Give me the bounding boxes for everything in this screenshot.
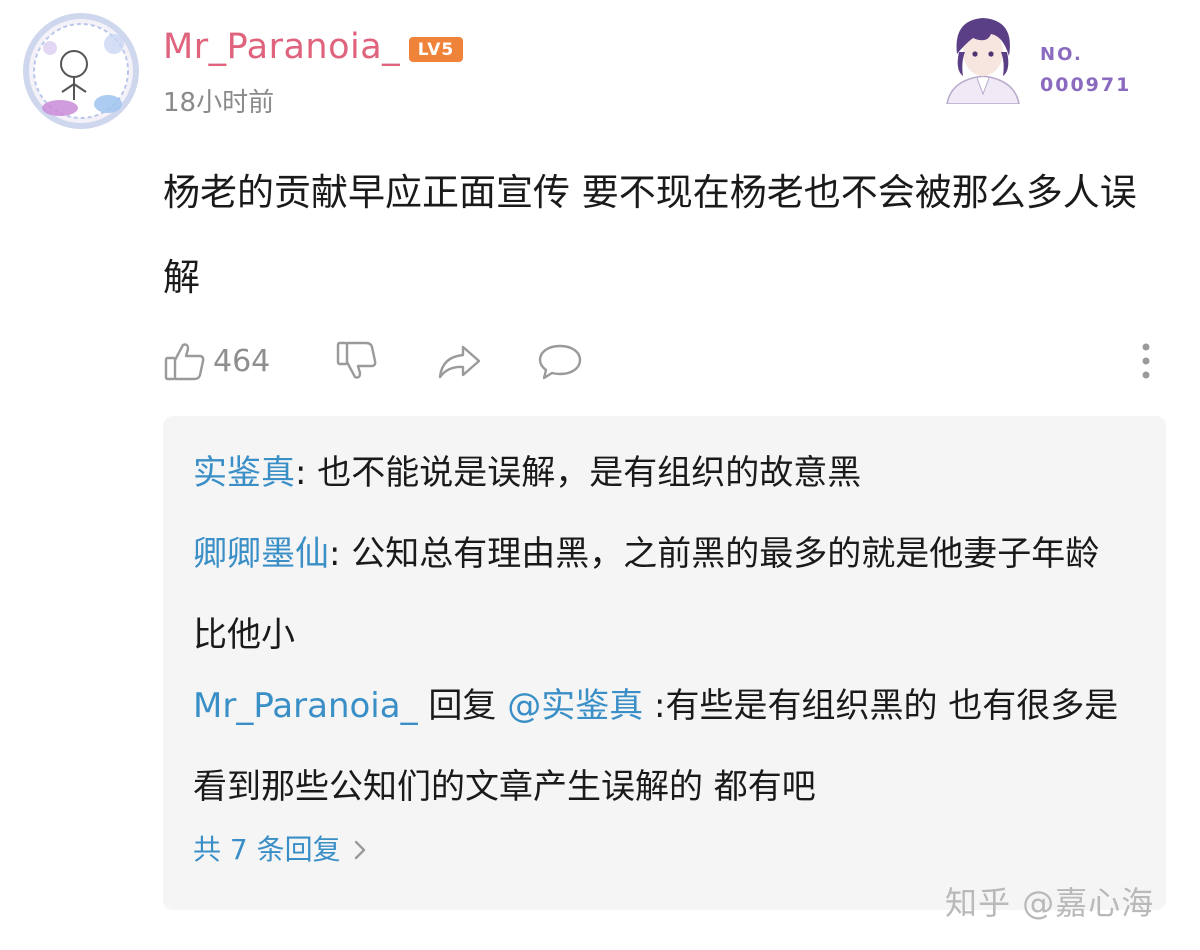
reply-author[interactable]: Mr_Paranoia_ xyxy=(193,686,418,726)
watermark: 知乎 @嘉心海 xyxy=(945,884,1155,922)
reply-button[interactable] xyxy=(537,338,583,384)
like-count: 464 xyxy=(213,343,271,379)
view-all-replies-label: 共 7 条回复 xyxy=(193,833,341,866)
thumbs-up-icon xyxy=(163,339,207,383)
reply-item[interactable]: Mr_Paranoia_ 回复 @实鉴真 :有些是有组织黑的 也有很多是看到那些… xyxy=(193,666,1123,828)
reply-item[interactable]: 卿卿墨仙: 公知总有理由黑，之前黑的最多的就是他妻子年龄比他小 xyxy=(193,514,1123,676)
reply-text: 也不能说是误解，是有组织的故意黑 xyxy=(317,453,862,493)
timestamp: 18小时前 xyxy=(163,88,275,118)
badge-label: NO. xyxy=(1040,44,1083,65)
reply-author[interactable]: 实鉴真 xyxy=(193,453,295,493)
thumbs-down-icon xyxy=(335,339,379,383)
share-icon xyxy=(436,339,482,383)
reply-word: 回复 xyxy=(417,686,508,726)
more-vertical-icon xyxy=(1138,341,1154,381)
comment-actions: 464 xyxy=(163,338,1173,384)
reply-separator: : xyxy=(329,534,352,574)
reply-item[interactable]: 实鉴真: 也不能说是误解，是有组织的故意黑 xyxy=(193,433,1123,514)
more-options-button[interactable] xyxy=(1138,338,1154,384)
comment-body: 杨老的贡献早应正面宣传 要不现在杨老也不会被那么多人误解 xyxy=(163,171,1137,299)
chevron-right-icon xyxy=(353,838,367,862)
like-button[interactable]: 464 xyxy=(163,338,270,384)
level-badge: LV5 xyxy=(409,37,463,62)
reply-author[interactable]: 卿卿墨仙 xyxy=(193,534,329,574)
view-all-replies-link[interactable]: 共 7 条回复 xyxy=(193,830,367,870)
comment-icon xyxy=(537,339,583,383)
share-button[interactable] xyxy=(436,338,482,384)
replies-panel: 实鉴真: 也不能说是误解，是有组织的故意黑 卿卿墨仙: 公知总有理由黑，之前黑的… xyxy=(163,416,1166,910)
username[interactable]: Mr_Paranoia_ xyxy=(163,26,400,68)
dislike-button[interactable] xyxy=(335,338,379,384)
reply-mention[interactable]: @实鉴真 xyxy=(507,686,643,726)
badge-number: 000971 xyxy=(1040,74,1132,96)
avatar[interactable] xyxy=(22,12,140,130)
reply-separator: : xyxy=(295,453,318,493)
badge-avatar xyxy=(937,14,1029,105)
